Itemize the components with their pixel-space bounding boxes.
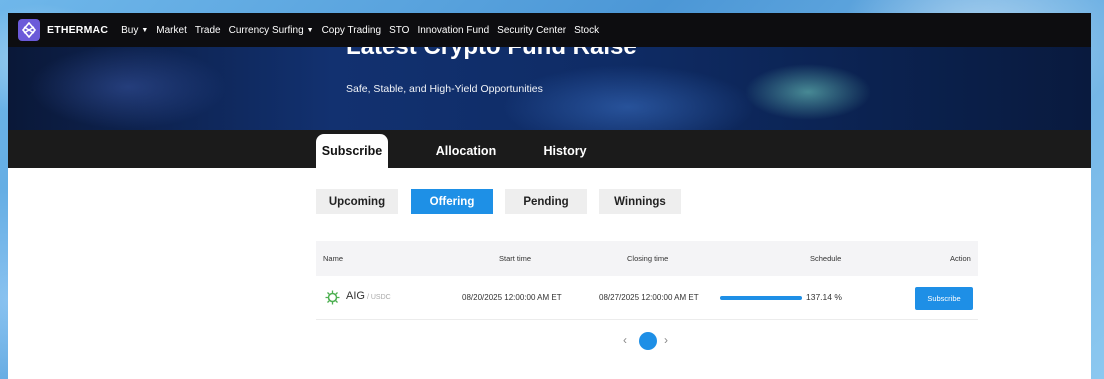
start-time-value: 08/20/2025 12:00:00 AM ET — [462, 293, 562, 302]
filter-winnings[interactable]: Winnings — [599, 189, 681, 214]
nav-label: STO — [389, 24, 410, 36]
table-row: AIG / USDC 08/20/2025 12:00:00 AM ET 08/2… — [316, 277, 978, 320]
pagination-page-1[interactable]: 1 — [639, 332, 657, 350]
chevron-down-icon: ▼ — [306, 26, 314, 34]
closing-time-value: 08/27/2025 12:00:00 AM ET — [599, 293, 699, 302]
coin-quote: / USDC — [366, 294, 391, 301]
header-schedule: Schedule — [810, 254, 842, 263]
tab-history[interactable]: History — [533, 134, 597, 168]
chevron-down-icon: ▼ — [141, 26, 149, 34]
hero-subtitle: Safe, Stable, and High-Yield Opportuniti… — [346, 83, 543, 95]
top-navbar: ETHERMAC Buy ▼ Market Trade Currency Surf… — [8, 13, 1091, 47]
filter-upcoming[interactable]: Upcoming — [316, 189, 398, 214]
nav-item-buy[interactable]: Buy ▼ — [121, 25, 148, 36]
nav-item-trade[interactable]: Trade — [195, 25, 221, 36]
aig-coin-icon — [325, 290, 340, 305]
pagination-next-icon[interactable]: › — [664, 333, 668, 347]
nav-label: Copy Trading — [321, 24, 382, 36]
nav-links: Buy ▼ Market Trade Currency Surfing ▼ Copy… — [113, 25, 599, 36]
hero-title: Latest Crypto Fund Raise — [346, 47, 637, 61]
coin-symbol: AIG — [346, 290, 365, 302]
schedule-percent: 137.14 % — [806, 292, 842, 302]
nav-label: Innovation Fund — [417, 24, 490, 36]
filter-pending[interactable]: Pending — [505, 189, 587, 214]
tab-allocation[interactable]: Allocation — [428, 134, 504, 168]
progress-fill — [720, 296, 802, 300]
tab-bar: Subscribe Allocation History — [8, 130, 1091, 168]
nav-item-security-center[interactable]: Security Center — [497, 25, 566, 36]
nav-item-innovation-fund[interactable]: Innovation Fund — [417, 25, 489, 36]
schedule-progress-bar — [720, 296, 802, 300]
nav-label: Trade — [194, 24, 221, 36]
header-start-time: Start time — [499, 254, 532, 263]
header-closing-time: Closing time — [627, 254, 669, 263]
pagination-prev-icon[interactable]: ‹ — [623, 333, 627, 347]
app-window: ETHERMAC Buy ▼ Market Trade Currency Surf… — [8, 13, 1091, 379]
nav-label: Currency Surfing — [228, 24, 304, 36]
coin-pair: AIG / USDC — [346, 290, 391, 302]
nav-label: Security Center — [497, 24, 567, 36]
nav-item-market[interactable]: Market — [156, 25, 187, 36]
subscribe-button[interactable]: Subscribe — [915, 287, 973, 310]
hero-banner: Latest Crypto Fund Raise Safe, Stable, a… — [8, 47, 1091, 130]
nav-label: Market — [156, 24, 187, 36]
nav-item-copy-trading[interactable]: Copy Trading — [322, 25, 381, 36]
nav-item-currency-surfing[interactable]: Currency Surfing ▼ — [229, 25, 314, 36]
filter-offering[interactable]: Offering — [411, 189, 493, 214]
nav-label: Buy — [121, 24, 139, 36]
header-name: Name — [323, 254, 344, 263]
nav-item-stock[interactable]: Stock — [574, 25, 599, 36]
brand-name[interactable]: ETHERMAC — [47, 24, 108, 36]
table-header: Name Start time Closing time Schedule Ac… — [316, 241, 978, 276]
ethermac-logo-icon[interactable] — [18, 19, 40, 41]
nav-item-sto[interactable]: STO — [389, 25, 409, 36]
nav-label: Stock — [574, 24, 600, 36]
header-action: Action — [950, 254, 971, 263]
tab-subscribe[interactable]: Subscribe — [316, 134, 388, 168]
